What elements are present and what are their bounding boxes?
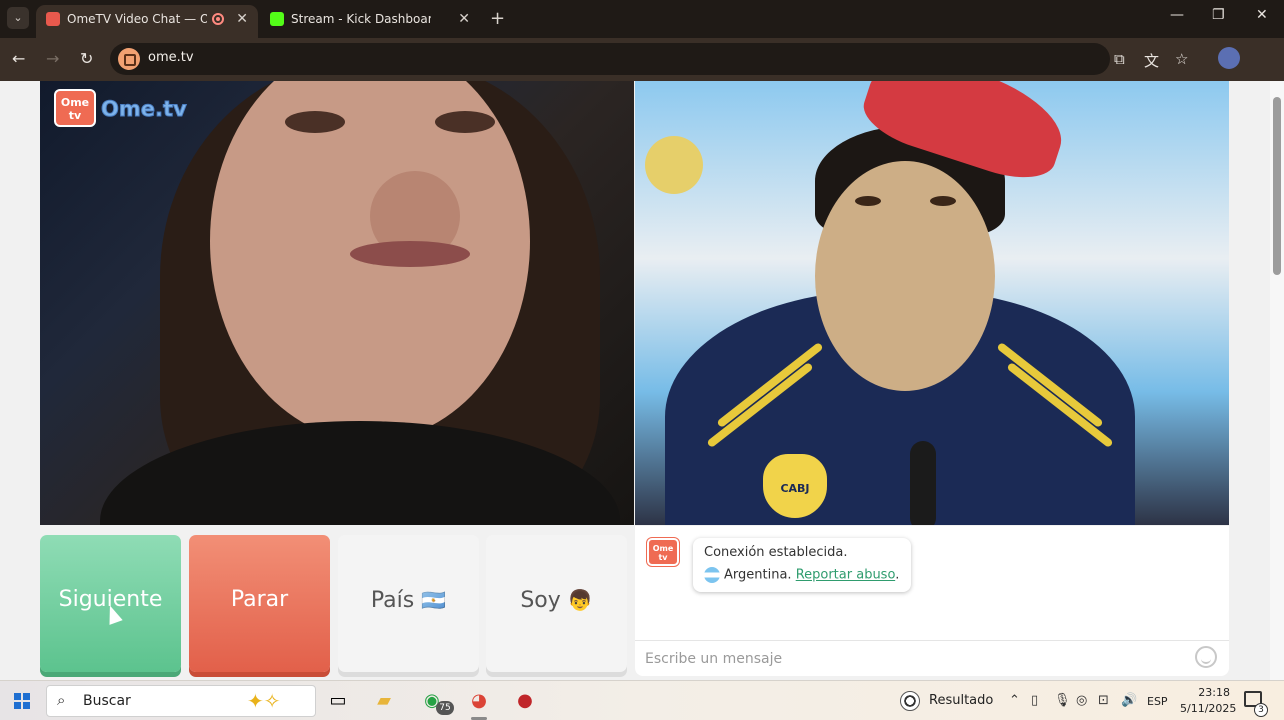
argentina-flag-icon — [704, 567, 720, 583]
shirt-stripe — [1006, 361, 1114, 449]
tab-title: Stream - Kick Dashboard — [291, 12, 431, 26]
country-name: Argentina. — [724, 567, 792, 583]
boca-crest-icon — [760, 451, 830, 521]
system-clock[interactable]: 23:18 5/11/2025 — [1180, 685, 1237, 717]
new-tab-button[interactable]: + — [490, 8, 505, 29]
shirt-stripe — [996, 341, 1104, 429]
recording-indicator-icon — [212, 13, 224, 25]
site-info-icon[interactable] — [118, 48, 140, 70]
gender-button[interactable]: Soy 👦 — [486, 535, 627, 672]
page-scrollbar[interactable] — [1270, 81, 1284, 680]
close-tab-icon[interactable]: ✕ — [236, 5, 248, 33]
search-label: Buscar — [83, 693, 131, 709]
tab-search-button[interactable]: ⌄ — [7, 7, 29, 29]
video-mouth — [350, 241, 470, 267]
self-video — [635, 81, 1229, 525]
kick-favicon-icon — [270, 12, 284, 26]
file-explorer-icon[interactable]: ▰ — [372, 689, 396, 713]
video-eye — [285, 111, 345, 133]
device-icon[interactable]: ▯ — [1031, 693, 1038, 708]
notifications-count: 3 — [1254, 703, 1268, 717]
soccer-ball-icon[interactable] — [900, 691, 920, 711]
browser-tab-strip: ⌄ OmeTV Video Chat — Ome ✕ Stream - Kick… — [0, 0, 1284, 38]
cast-icon[interactable]: ⧉ — [1114, 50, 1125, 68]
shirt-stripe — [716, 341, 824, 429]
chat-panel: Ome tv Conexión establecida. Argentina. … — [635, 526, 1229, 676]
address-bar[interactable]: ome.tv — [110, 43, 1110, 75]
whatsapp-badge: 75 — [436, 701, 454, 715]
windows-taskbar: ⌕ Buscar ✦✧ ▭ ▰ ◉ 75 ◕ ● Resultado ⌃ ▯ 🎙… — [0, 680, 1284, 720]
logo-text: Ome.tv — [101, 97, 188, 122]
country-message: Argentina. Reportar abuso. — [704, 567, 899, 583]
back-button[interactable]: ← — [12, 49, 25, 68]
video-face — [815, 161, 995, 391]
clock-time: 23:18 — [1198, 686, 1230, 699]
url-text: ome.tv — [148, 50, 194, 65]
emoji-picker-icon[interactable] — [1195, 646, 1217, 668]
connection-message: Conexión establecida. — [704, 545, 848, 560]
obs-icon[interactable]: ● — [513, 689, 537, 713]
report-abuse-link[interactable]: Reportar abuso — [796, 568, 896, 583]
video-eye — [435, 111, 495, 133]
stop-button-label: Parar — [230, 587, 289, 612]
forward-button[interactable]: → — [46, 49, 59, 68]
report-suffix: . — [895, 567, 900, 583]
widget-label[interactable]: Resultado — [929, 693, 993, 708]
clock-date: 5/11/2025 — [1180, 702, 1237, 715]
boy-emoji-icon: 👦 — [567, 588, 593, 612]
stop-button[interactable]: Parar — [189, 535, 330, 672]
reload-button[interactable]: ↻ — [80, 49, 93, 68]
shirt-stripe — [706, 361, 814, 449]
ometv-favicon-icon — [46, 12, 60, 26]
location-icon[interactable]: ◎ — [1076, 693, 1087, 708]
close-tab-icon[interactable]: ✕ — [458, 5, 470, 33]
tab-kick-dashboard[interactable]: Stream - Kick Dashboard ✕ — [260, 5, 480, 38]
argentina-flag-icon: 🇦🇷 — [421, 588, 447, 612]
browser-toolbar: ← → ↻ ome.tv ⧉ 文 ☆ — [0, 38, 1284, 81]
windows-start-icon[interactable] — [14, 693, 30, 709]
gender-button-label: Soy — [520, 588, 561, 613]
minimize-button[interactable]: — — [1170, 7, 1184, 23]
ometv-page: Ome tv Ome.tv Siguiente Parar País 🇦🇷 So… — [0, 81, 1284, 680]
language-indicator[interactable]: ESP — [1147, 695, 1168, 708]
network-icon[interactable]: ⊡ — [1098, 693, 1109, 708]
next-button[interactable]: Siguiente — [40, 535, 181, 672]
chat-divider — [635, 640, 1229, 641]
copilot-sparkle-icon: ✦✧ — [247, 689, 281, 713]
chrome-icon[interactable]: ◕ — [467, 689, 491, 713]
close-window-button[interactable]: ✕ — [1256, 7, 1268, 23]
show-hidden-icons[interactable]: ⌃ — [1009, 693, 1020, 708]
taskbar-search[interactable]: ⌕ Buscar ✦✧ — [46, 685, 316, 717]
microphone-icon — [910, 441, 936, 525]
video-eye — [855, 196, 881, 206]
bookmark-star-icon[interactable]: ☆ — [1175, 50, 1188, 68]
system-message-bubble: Conexión establecida. Argentina. Reporta… — [693, 538, 911, 592]
scrollbar-thumb[interactable] — [1273, 97, 1281, 275]
tab-title: OmeTV Video Chat — Ome — [67, 12, 207, 26]
country-filter-button[interactable]: País 🇦🇷 — [338, 535, 479, 672]
translate-icon[interactable]: 文 — [1144, 50, 1159, 71]
flag-sun-icon — [645, 136, 703, 194]
stranger-video: Ome tv Ome.tv — [40, 81, 634, 525]
microphone-tray-icon[interactable]: 🎙 — [1054, 693, 1071, 708]
volume-icon[interactable]: 🔊 — [1121, 693, 1137, 708]
logo-badge: Ome tv — [54, 89, 96, 127]
video-eye — [930, 196, 956, 206]
task-view-icon[interactable]: ▭ — [326, 689, 350, 713]
country-button-label: País — [370, 588, 415, 613]
profile-avatar[interactable] — [1218, 47, 1240, 69]
tab-ometv[interactable]: OmeTV Video Chat — Ome ✕ — [36, 5, 258, 38]
search-icon: ⌕ — [57, 691, 66, 709]
ometv-chat-logo-icon: Ome tv — [647, 538, 679, 566]
message-input[interactable] — [645, 651, 1185, 667]
restore-button[interactable]: ❐ — [1212, 7, 1225, 23]
